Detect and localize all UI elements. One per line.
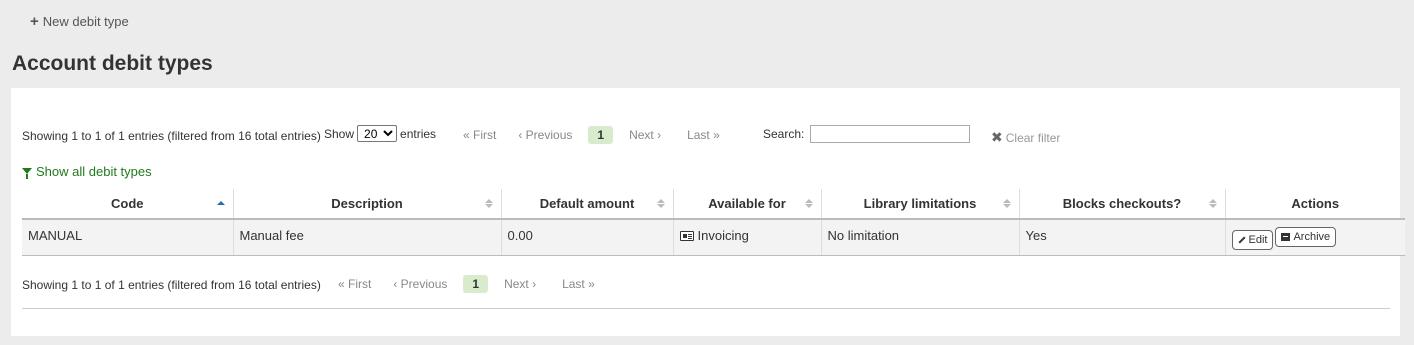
cell-code: MANUAL xyxy=(22,219,233,256)
cell-available-for: Invoicing xyxy=(672,219,821,256)
archive-label: Archive xyxy=(1293,231,1331,243)
edit-button[interactable]: Edit xyxy=(1231,230,1274,250)
pagination-top: « First ‹ Previous 1 Next › Last » xyxy=(455,126,728,144)
cell-default-amount: 0.00 xyxy=(500,219,673,256)
new-debit-type-button[interactable]: + New debit type xyxy=(22,8,137,34)
table-info-bottom: Showing 1 to 1 of 1 entries (filtered fr… xyxy=(22,278,321,292)
clear-filter-label: Clear filter xyxy=(1005,130,1061,145)
column-header-actions: Actions xyxy=(1224,189,1405,220)
pager-first[interactable]: « First xyxy=(330,277,379,291)
cell-actions: Edit Archive xyxy=(1224,219,1405,256)
pager-current-page[interactable]: 1 xyxy=(463,275,489,293)
cell-library-limitations: No limitation xyxy=(820,219,1019,256)
entries-label: entries xyxy=(400,126,437,141)
search-input[interactable] xyxy=(810,125,971,143)
sort-icon xyxy=(1208,199,1217,208)
pager-next[interactable]: Next › xyxy=(621,128,669,142)
pager-last[interactable]: Last » xyxy=(669,128,728,142)
new-debit-type-label: New debit type xyxy=(42,13,129,29)
search-label: Search: xyxy=(763,127,805,141)
column-header-code[interactable]: Code xyxy=(22,189,233,220)
archive-icon xyxy=(1281,233,1291,241)
pager-previous[interactable]: ‹ Previous xyxy=(504,128,580,142)
plus-icon: + xyxy=(30,12,39,30)
close-icon: ✖ xyxy=(991,129,1003,145)
show-all-label: Show all debit types xyxy=(36,164,152,179)
search-control: Search: xyxy=(763,125,971,143)
sort-icon xyxy=(1002,199,1011,208)
column-header-available-for[interactable]: Available for xyxy=(672,189,821,220)
pager-last[interactable]: Last » xyxy=(544,277,603,291)
pager-previous[interactable]: ‹ Previous xyxy=(379,277,455,291)
clear-filter-button[interactable]: ✖ Clear filter xyxy=(991,129,1060,146)
pencil-icon xyxy=(1237,236,1246,244)
page-length-select[interactable]: 20 xyxy=(357,125,398,142)
column-header-default-amount[interactable]: Default amount xyxy=(500,189,673,220)
cell-blocks-checkouts: Yes xyxy=(1018,219,1225,256)
filter-icon xyxy=(22,167,32,179)
debit-types-table: Code Description Default amount Availabl… xyxy=(22,189,1405,256)
column-header-description[interactable]: Description xyxy=(232,189,501,220)
page-length-control: Show 20 entries xyxy=(324,125,436,142)
show-all-debit-types-link[interactable]: Show all debit types xyxy=(22,164,152,179)
show-label: Show xyxy=(324,126,355,141)
archive-button[interactable]: Archive xyxy=(1275,227,1337,247)
table-info-top: Showing 1 to 1 of 1 entries (filtered fr… xyxy=(22,129,321,143)
sort-asc-icon xyxy=(216,201,225,205)
table-header-row: Code Description Default amount Availabl… xyxy=(22,189,1405,220)
content-panel: Showing 1 to 1 of 1 entries (filtered fr… xyxy=(11,88,1405,336)
sort-icon xyxy=(656,199,665,208)
pager-next[interactable]: Next › xyxy=(496,277,544,291)
id-card-icon xyxy=(679,231,694,241)
divider xyxy=(22,308,1390,309)
page-title: Account debit types xyxy=(12,52,213,75)
column-header-library-limitations[interactable]: Library limitations xyxy=(820,189,1019,220)
available-for-text: Invoicing xyxy=(697,228,749,243)
cell-description: Manual fee xyxy=(232,219,501,256)
sort-icon xyxy=(804,199,813,208)
pager-first[interactable]: « First xyxy=(455,128,504,142)
column-header-blocks-checkouts[interactable]: Blocks checkouts? xyxy=(1018,189,1225,220)
sort-icon xyxy=(484,199,493,208)
edit-label: Edit xyxy=(1248,234,1268,246)
pagination-bottom: « First ‹ Previous 1 Next › Last » xyxy=(330,275,603,293)
table-row: MANUAL Manual fee 0.00 Invoicing No limi… xyxy=(22,219,1405,256)
pager-current-page[interactable]: 1 xyxy=(588,126,614,144)
